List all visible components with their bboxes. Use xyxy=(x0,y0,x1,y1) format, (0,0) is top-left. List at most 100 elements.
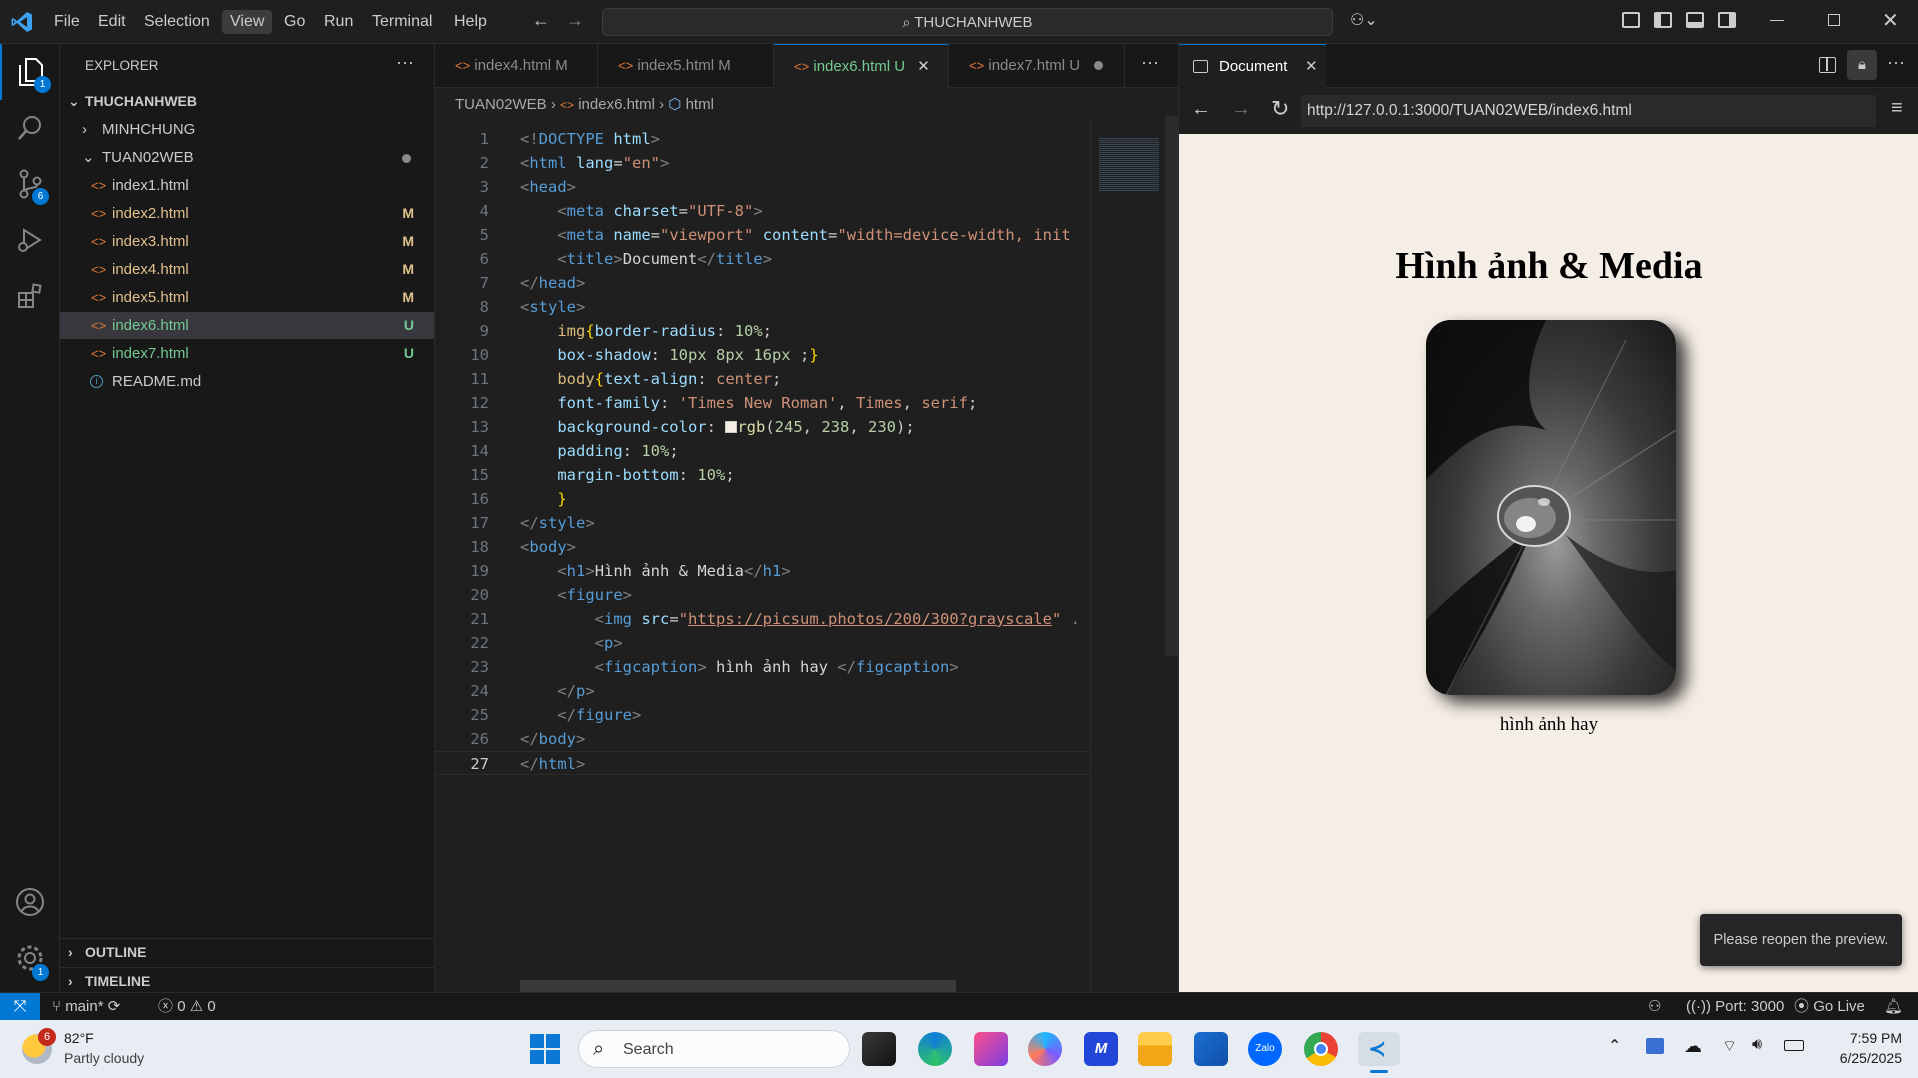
manage-activity[interactable]: 1 xyxy=(0,930,60,986)
browser-back-icon[interactable]: ← xyxy=(1191,98,1211,121)
menu-go[interactable]: Go xyxy=(276,10,313,34)
file-index4[interactable]: <> index4.html M xyxy=(60,256,434,283)
onedrive-icon[interactable]: ☁ xyxy=(1684,1036,1702,1057)
menu-view[interactable]: View xyxy=(222,10,273,34)
branch-status[interactable]: ⑂ main* ⟳ xyxy=(52,993,120,1020)
file-readme[interactable]: i README.md xyxy=(60,368,434,395)
folder-minhchung[interactable]: › MINHCHUNG xyxy=(60,116,434,143)
breadcrumb-folder[interactable]: TUAN02WEB xyxy=(455,96,547,113)
menu-terminal[interactable]: Terminal xyxy=(364,10,440,34)
tab-document[interactable]: Document ✕ xyxy=(1179,44,1326,88)
nav-back-icon[interactable]: ← xyxy=(532,10,550,31)
html-file-icon: <> xyxy=(618,58,634,73)
source-control-activity[interactable]: 6 xyxy=(0,156,60,212)
menu-run[interactable]: Run xyxy=(316,10,361,34)
battery-icon[interactable] xyxy=(1784,1040,1804,1051)
tab-index5[interactable]: <> index5.html M xyxy=(598,44,774,88)
toggle-panel-icon[interactable] xyxy=(1686,12,1704,28)
remote-indicator-icon[interactable]: ⤧ xyxy=(0,993,40,1020)
split-editor-icon[interactable] xyxy=(1819,57,1836,73)
microsoft-store-icon[interactable] xyxy=(1194,1032,1228,1066)
creative-cloud-icon[interactable] xyxy=(974,1032,1008,1066)
vscode-taskbar-icon[interactable]: ≺ xyxy=(1358,1032,1400,1073)
file-index7[interactable]: <> index7.html U xyxy=(60,340,434,367)
tab-index4[interactable]: <> index4.html M xyxy=(435,44,598,88)
menu-help[interactable]: Help xyxy=(446,10,495,34)
file-explorer-icon[interactable] xyxy=(1138,1032,1172,1066)
close-window-icon[interactable]: ✕ xyxy=(1882,8,1899,33)
task-view-icon[interactable] xyxy=(862,1032,896,1066)
clock-date[interactable]: 6/25/2025 xyxy=(1810,1050,1902,1066)
color-swatch[interactable] xyxy=(725,421,738,433)
timeline-section[interactable]: › TIMELINE xyxy=(60,967,434,994)
nav-forward-icon[interactable]: → xyxy=(566,10,584,31)
file-index1[interactable]: <> index1.html xyxy=(60,172,434,199)
port-status[interactable]: ((·)) Port: 3000 xyxy=(1686,993,1784,1020)
file-index2[interactable]: <> index2.html M xyxy=(60,200,434,227)
more-actions-icon[interactable]: ··· xyxy=(1141,52,1159,73)
command-center-search[interactable]: ⌕ THUCHANHWEB xyxy=(602,8,1333,36)
reload-icon[interactable]: ↻ xyxy=(1271,96,1289,122)
lock-icon[interactable]: 🔒︎ xyxy=(1847,50,1877,80)
hamburger-menu-icon[interactable]: ≡ xyxy=(1891,97,1903,120)
breadcrumb-symbol[interactable]: html xyxy=(686,96,714,113)
extensions-activity[interactable] xyxy=(0,268,60,324)
vertical-scrollbar[interactable] xyxy=(1165,116,1179,656)
visual-studio-icon[interactable]: M xyxy=(1084,1032,1118,1066)
edge-browser-icon[interactable] xyxy=(918,1032,952,1066)
menu-edit[interactable]: Edit xyxy=(90,10,134,34)
taskbar-search-box[interactable]: ⌕ Search xyxy=(578,1030,850,1068)
copilot-status-icon[interactable]: ⚇ xyxy=(1648,993,1661,1020)
tab-index6[interactable]: <> index6.html U ✕ xyxy=(774,44,949,89)
go-live-button[interactable]: ⦿ Go Live xyxy=(1794,993,1865,1020)
line-number: 10 xyxy=(470,346,489,364)
chrome-icon[interactable] xyxy=(1304,1032,1338,1066)
browser-forward-icon[interactable]: → xyxy=(1231,98,1251,121)
minimize-icon[interactable] xyxy=(1770,20,1784,21)
horizontal-scrollbar[interactable] xyxy=(520,980,956,992)
page-heading: Hình ảnh & Media xyxy=(1395,245,1703,287)
start-windows-icon[interactable] xyxy=(530,1034,560,1064)
code-area[interactable]: 1 <!DOCTYPE html> 2 <html lang="en"> 3 <hea… xyxy=(435,127,1090,907)
outline-section[interactable]: › OUTLINE xyxy=(60,939,434,966)
title-bar: File Edit Selection View Go Run Terminal… xyxy=(0,0,1918,44)
unsaved-dot-icon[interactable] xyxy=(1094,61,1104,70)
workspace-root[interactable]: ⌄ THUCHANHWEB xyxy=(60,88,434,115)
tab-index7[interactable]: <> index7.html U xyxy=(949,44,1125,88)
wifi-icon[interactable]: ⌔ xyxy=(1722,1036,1737,1056)
accounts-activity[interactable] xyxy=(0,874,60,930)
volume-icon[interactable]: 🔊︎ xyxy=(1752,1036,1762,1054)
restore-icon[interactable] xyxy=(1828,14,1840,26)
tray-app-icon[interactable] xyxy=(1646,1038,1664,1054)
url-input[interactable] xyxy=(1301,95,1876,127)
clock-time[interactable]: 7:59 PM xyxy=(1810,1030,1902,1046)
code-line: img{border-radius: 10%; xyxy=(557,322,773,340)
more-actions-icon[interactable]: ··· xyxy=(396,52,414,73)
copilot-app-icon[interactable] xyxy=(1028,1032,1062,1066)
close-tab-icon[interactable]: ✕ xyxy=(917,58,930,75)
more-actions-icon[interactable]: ··· xyxy=(1887,52,1905,73)
search-activity[interactable] xyxy=(0,100,60,156)
breadcrumb-file[interactable]: index6.html xyxy=(578,96,655,113)
file-index6[interactable]: <> index6.html U xyxy=(60,312,434,339)
html-file-icon: <> xyxy=(455,58,471,73)
zalo-icon[interactable]: Zalo xyxy=(1248,1032,1282,1066)
run-debug-activity[interactable] xyxy=(0,212,60,268)
toggle-primary-sidebar-icon[interactable] xyxy=(1654,12,1672,28)
file-index3[interactable]: <> index3.html M xyxy=(60,228,434,255)
menu-selection[interactable]: Selection xyxy=(136,10,218,34)
notifications-bell-icon[interactable]: 🔔︎ xyxy=(1884,993,1903,1020)
code-line: <style> xyxy=(520,298,586,316)
breadcrumb: TUAN02WEB › <> index6.html › ⬡ html xyxy=(455,92,714,118)
close-tab-icon[interactable]: ✕ xyxy=(1305,45,1318,89)
minimap[interactable] xyxy=(1090,116,1179,992)
problems-status[interactable]: ⓧ 0 ⚠ 0 xyxy=(158,993,216,1020)
folder-tuan02web[interactable]: ⌄ TUAN02WEB xyxy=(60,144,434,171)
explorer-activity[interactable]: 1 xyxy=(0,44,60,100)
customize-layout-icon[interactable] xyxy=(1622,12,1640,28)
menu-file[interactable]: File xyxy=(46,10,88,34)
file-index5[interactable]: <> index5.html M xyxy=(60,284,434,311)
toggle-secondary-sidebar-icon[interactable] xyxy=(1718,12,1736,28)
copilot-icon[interactable]: ⚇⌄ xyxy=(1350,10,1378,30)
show-hidden-icons-chevron-up-icon[interactable]: ⌃ xyxy=(1608,1036,1621,1056)
